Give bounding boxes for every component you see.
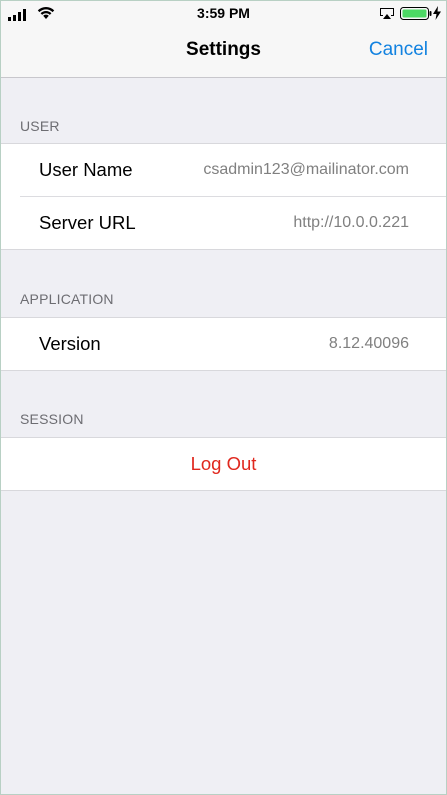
charging-bolt-icon	[433, 6, 441, 20]
version-label: Version	[39, 333, 101, 354]
logout-row[interactable]: Log Out	[1, 438, 446, 490]
user-name-label: User Name	[39, 159, 133, 180]
cancel-button[interactable]: Cancel	[369, 39, 428, 61]
session-group: Log Out	[1, 437, 446, 491]
server-url-row[interactable]: Server URL http://10.0.0.221	[20, 196, 446, 249]
user-name-row[interactable]: User Name csadmin123@mailinator.com	[1, 144, 446, 196]
logout-button[interactable]: Log Out	[1, 453, 446, 475]
server-url-value: http://10.0.0.221	[293, 214, 409, 231]
application-group: Version 8.12.40096	[1, 317, 446, 371]
server-url-label: Server URL	[39, 212, 136, 233]
section-header-session: SESSION	[20, 411, 84, 427]
section-header-user: USER	[20, 118, 60, 134]
airplay-icon	[380, 8, 394, 19]
navigation-bar: 3:59 PM Settings Cancel	[1, 1, 446, 78]
battery-icon	[400, 7, 432, 20]
status-bar: 3:59 PM	[1, 1, 446, 25]
version-row: Version 8.12.40096	[1, 318, 446, 370]
app-window: 3:59 PM Settings Cancel USER User Name c…	[0, 0, 447, 795]
user-name-value: csadmin123@mailinator.com	[203, 161, 409, 178]
version-value: 8.12.40096	[328, 335, 409, 352]
section-header-application: APPLICATION	[20, 291, 114, 307]
user-group: User Name csadmin123@mailinator.com Serv…	[1, 143, 446, 250]
